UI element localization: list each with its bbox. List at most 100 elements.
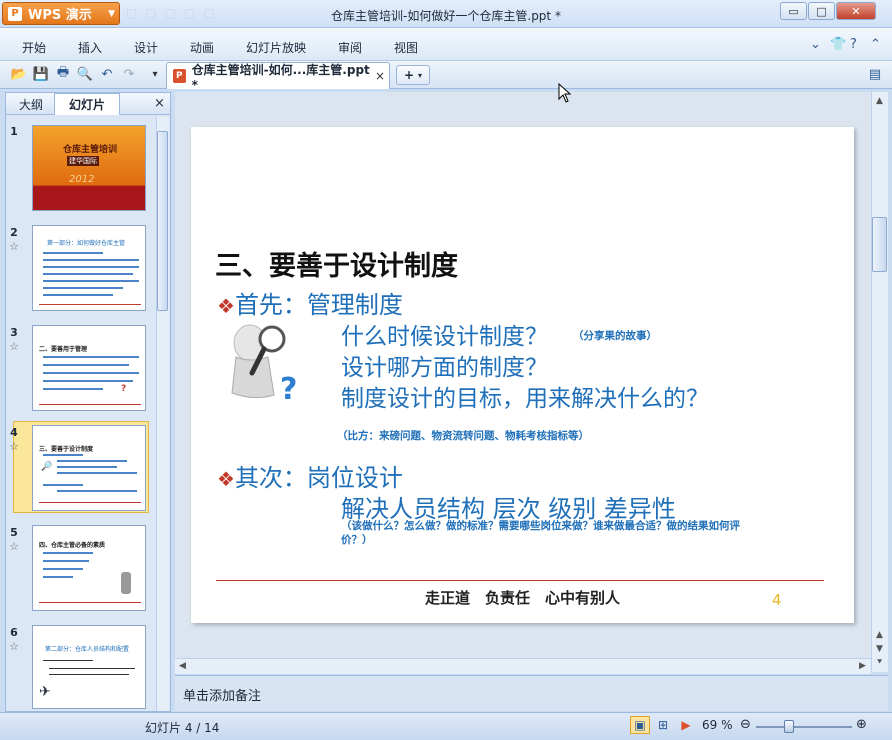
slide-thumbnail-1[interactable]: 仓库主管培训 建华国际 2012 — [32, 125, 146, 211]
slide-page-number[interactable]: 4 — [772, 591, 782, 609]
menu-insert[interactable]: 插入 — [78, 39, 102, 56]
plus-icon: + — [403, 68, 415, 82]
footer-divider — [216, 580, 824, 581]
slide-bullet-second[interactable]: ❖其次：岗位设计 — [217, 458, 403, 493]
animation-star-icon: ☆ — [9, 640, 19, 653]
slide-number: 4 — [10, 426, 18, 439]
horizontal-scrollbar[interactable]: ◀ ▶ — [175, 658, 871, 674]
zoom-in-icon[interactable]: ⊕ — [856, 717, 867, 732]
notes-pane[interactable]: 单击添加备注 — [175, 675, 888, 711]
slide-line-goal[interactable]: 制度设计的目标，用来解决什么的？ — [341, 379, 709, 413]
menu-home[interactable]: 开始 — [22, 39, 46, 56]
slide-number: 5 — [10, 526, 18, 539]
zoom-slider-track[interactable] — [756, 726, 852, 728]
close-icon: ✕ — [851, 4, 861, 18]
animation-star-icon: ☆ — [9, 340, 19, 353]
title-bar: P WPS 演示 ▼ ▢▢▢▢▢ 仓库主管培训-如何做好一个仓库主管.ppt *… — [0, 0, 892, 28]
slide-note-example[interactable]: （比方：来磅问题、物资流转问题、物耗考核指标等） — [337, 428, 589, 443]
slide-note-questions[interactable]: （该做什么？怎么做？做的标准？需要哪些岗位来做？谁来做最合适？做的结果如何评价？… — [341, 519, 761, 547]
notes-placeholder[interactable]: 单击添加备注 — [183, 685, 261, 704]
scroll-left-icon[interactable]: ◀ — [179, 661, 186, 671]
current-slide[interactable]: 三、要善于设计制度 ❖首先：管理制度 ? 什么时候设计制度？ （分享果的故事） … — [191, 127, 854, 623]
menu-design[interactable]: 设计 — [134, 39, 158, 56]
animation-star-icon: ☆ — [9, 540, 19, 553]
slide-bullet-first[interactable]: ❖首先：管理制度 — [217, 285, 403, 320]
slide-footer[interactable]: 走正道 负责任 心中有别人 — [191, 587, 854, 608]
slide-sorter-icon[interactable]: ⊞ — [653, 716, 673, 734]
slide-thumbnail-2[interactable]: 第一部分：如何做好仓库主管 — [32, 225, 146, 311]
zoom-slider-knob[interactable] — [784, 720, 794, 733]
new-tab-button[interactable]: + ▾ — [396, 65, 430, 85]
animation-star-icon: ☆ — [9, 240, 19, 253]
pane-close-icon[interactable]: × — [154, 96, 165, 111]
ribbon-collapse-icon[interactable]: ⌄ — [810, 37, 821, 52]
tab-outline[interactable]: 大纲 — [8, 93, 54, 115]
minimize-icon: ▭ — [788, 4, 799, 18]
zoom-level[interactable]: 69 % — [702, 718, 733, 732]
menu-animation[interactable]: 动画 — [190, 39, 214, 56]
scroll-down-icon[interactable]: ▼ — [876, 644, 883, 654]
menu-view[interactable]: 视图 — [394, 39, 418, 56]
tab-close-icon[interactable]: × — [375, 69, 385, 83]
zoom-out-icon[interactable]: ⊖ — [740, 717, 751, 732]
vertical-scrollbar[interactable]: ▲ ▲ ▼ ⯆ — [871, 92, 888, 672]
undo-icon[interactable]: ↶ — [98, 65, 116, 83]
slide-thumbnail-4[interactable]: 三、要善于设计制度 🔎 — [32, 425, 146, 511]
diamond-bullet-icon: ❖ — [217, 467, 235, 491]
maximize-button[interactable]: □ — [808, 2, 835, 20]
document-tab-label: 仓库主管培训-如何...库主管.ppt * — [191, 62, 370, 92]
save-icon[interactable]: 💾 — [32, 65, 50, 83]
next-page-icon[interactable]: ⯆ — [876, 658, 883, 668]
maximize-icon: □ — [816, 4, 827, 18]
slide-counter: 幻灯片 4 / 14 — [145, 721, 220, 735]
menu-slideshow[interactable]: 幻灯片放映 — [246, 39, 306, 56]
thumb-title: 第一部分：如何做好仓库主管 — [47, 240, 126, 247]
print-icon[interactable]: 🖶 — [54, 65, 72, 83]
magnifier-figure-icon[interactable]: ? — [224, 317, 306, 409]
slideshow-play-icon[interactable]: ▶ — [676, 716, 696, 734]
thumb-title: 四、仓库主管必备的素质 — [39, 542, 106, 549]
close-button[interactable]: ✕ — [836, 2, 876, 20]
thumb-year: 2012 — [69, 174, 95, 185]
slide-bullet-second-text: 其次：岗位设计 — [234, 464, 403, 492]
thumb-figure-icon — [121, 572, 131, 594]
document-tab[interactable]: P 仓库主管培训-如何...库主管.ppt * × — [166, 62, 390, 92]
slide-thumbnail-3[interactable]: 二、要善用于管理 ? — [32, 325, 146, 411]
tab-slides[interactable]: 幻灯片 — [54, 93, 120, 115]
slides-pane-scroll-thumb[interactable] — [157, 131, 168, 311]
thumb-figure-icon: ? — [121, 384, 127, 394]
customize-toolbar-icon[interactable]: ▾ — [146, 65, 164, 83]
slide-bullet-first-text: 首先：管理制度 — [234, 291, 403, 319]
diamond-bullet-icon: ❖ — [217, 294, 235, 318]
scroll-up-icon[interactable]: ▲ — [876, 630, 883, 640]
normal-view-icon[interactable]: ▣ — [630, 716, 650, 734]
minimize-button[interactable]: ▭ — [780, 2, 807, 20]
slide-thumbnail-6[interactable]: 第二部分：仓库人员结构和配置 ✈ — [32, 625, 146, 709]
thumb-title: 第二部分：仓库人员结构和配置 — [45, 646, 130, 653]
panel-toggle-icon[interactable]: ▤ — [866, 65, 884, 83]
svg-text:?: ? — [280, 372, 297, 407]
thumb-figure-icon: 🔎 — [41, 462, 53, 472]
scroll-up-icon[interactable]: ▲ — [876, 96, 883, 106]
slide-number: 6 — [10, 626, 18, 639]
slide-line-when[interactable]: 什么时候设计制度？ — [341, 317, 548, 351]
redo-icon[interactable]: ↷ — [120, 65, 138, 83]
thumb-title: 三、要善于设计制度 — [39, 446, 94, 453]
thumb-title: 仓库主管培训 — [62, 145, 117, 155]
open-folder-icon[interactable]: 📂 — [10, 65, 28, 83]
ppt-file-icon: P — [173, 69, 186, 83]
slide-note-story[interactable]: （分享果的故事） — [573, 328, 657, 343]
slide-thumbnail-5[interactable]: 四、仓库主管必备的素质 — [32, 525, 146, 611]
ribbon-toggle-icon[interactable]: ⌃ — [870, 37, 881, 52]
scroll-right-icon[interactable]: ▶ — [859, 661, 866, 671]
slide-title[interactable]: 三、要善于设计制度 — [215, 244, 458, 283]
help-icon[interactable]: ? — [850, 37, 857, 52]
slide-number: 2 — [10, 226, 18, 239]
toolbar: 📂 💾 🖶 🔍 ↶ ↷ ▾ P 仓库主管培训-如何...库主管.ppt * × … — [0, 61, 892, 92]
skin-shirt-icon[interactable]: 👕 — [830, 37, 846, 52]
slide-line-which[interactable]: 设计哪方面的制度？ — [341, 348, 548, 382]
thumb-subtitle: 建华国际 — [67, 156, 99, 166]
menu-review[interactable]: 审阅 — [338, 39, 362, 56]
print-preview-icon[interactable]: 🔍 — [76, 65, 94, 83]
vertical-scroll-thumb[interactable] — [872, 217, 887, 272]
